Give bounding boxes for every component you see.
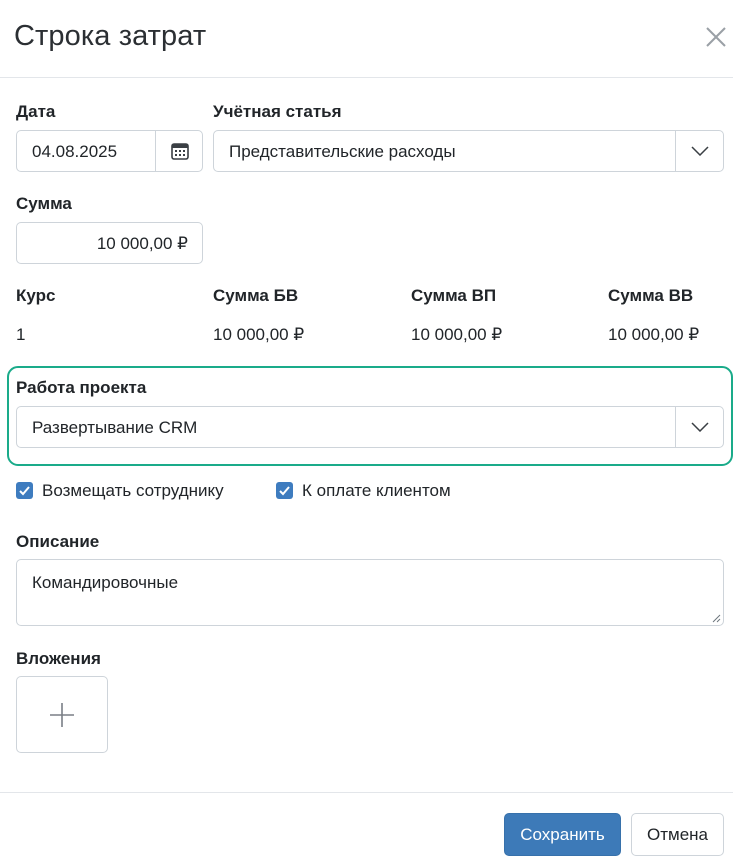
description-textarea[interactable]: Командировочные [16, 559, 724, 626]
project-work-dropdown-button[interactable] [676, 407, 724, 447]
reimburse-employee-checkbox[interactable] [16, 482, 33, 499]
account-label: Учётная статья [213, 102, 342, 121]
description-value: Командировочные [32, 573, 179, 592]
account-dropdown-button[interactable] [676, 131, 724, 171]
date-field[interactable]: 04.08.2025 [16, 130, 203, 172]
amount-value: 10 000,00 ₽ [96, 234, 188, 253]
sum-vv-value: 10 000,00 ₽ [608, 325, 700, 344]
client-payable-checkbox[interactable] [276, 482, 293, 499]
sum-vp-value: 10 000,00 ₽ [411, 325, 503, 344]
close-button[interactable] [703, 24, 729, 50]
project-work-value: Развертывание CRM [32, 418, 198, 437]
add-attachment-button[interactable] [16, 676, 108, 753]
save-button[interactable]: Сохранить [504, 813, 621, 856]
dialog-title: Строка затрат [14, 20, 207, 52]
chevron-down-icon [691, 146, 709, 156]
resize-handle-icon[interactable] [711, 613, 721, 623]
dialog-header: Строка затрат [0, 0, 733, 78]
close-icon [706, 27, 726, 47]
cancel-button[interactable]: Отмена [631, 813, 724, 856]
reimburse-employee-label[interactable]: Возмещать сотруднику [42, 481, 224, 501]
plus-icon [50, 703, 74, 727]
attachments-label: Вложения [16, 649, 101, 668]
checkmark-icon [279, 486, 290, 496]
description-label: Описание [16, 532, 100, 551]
checkmark-icon [19, 486, 30, 496]
amount-label: Сумма [16, 194, 72, 213]
client-payable-label[interactable]: К оплате клиентом [302, 481, 451, 501]
sum-bv-value: 10 000,00 ₽ [213, 325, 305, 344]
calendar-button[interactable] [156, 131, 203, 171]
date-label: Дата [16, 102, 56, 121]
footer-divider [0, 792, 733, 793]
date-value: 04.08.2025 [32, 142, 118, 161]
sum-vp-label: Сумма ВП [411, 286, 497, 305]
calendar-icon [170, 143, 189, 160]
rate-value: 1 [16, 325, 26, 344]
project-work-label: Работа проекта [16, 378, 147, 397]
account-value: Представительские расходы [229, 142, 456, 161]
chevron-down-icon [691, 422, 709, 432]
project-work-select[interactable]: Развертывание CRM [16, 406, 724, 448]
amount-input[interactable]: 10 000,00 ₽ [16, 222, 203, 264]
sum-bv-label: Сумма БВ [213, 286, 299, 305]
account-select[interactable]: Представительские расходы [213, 130, 724, 172]
rate-label: Курс [16, 286, 56, 305]
sum-vv-label: Сумма ВВ [608, 286, 694, 305]
